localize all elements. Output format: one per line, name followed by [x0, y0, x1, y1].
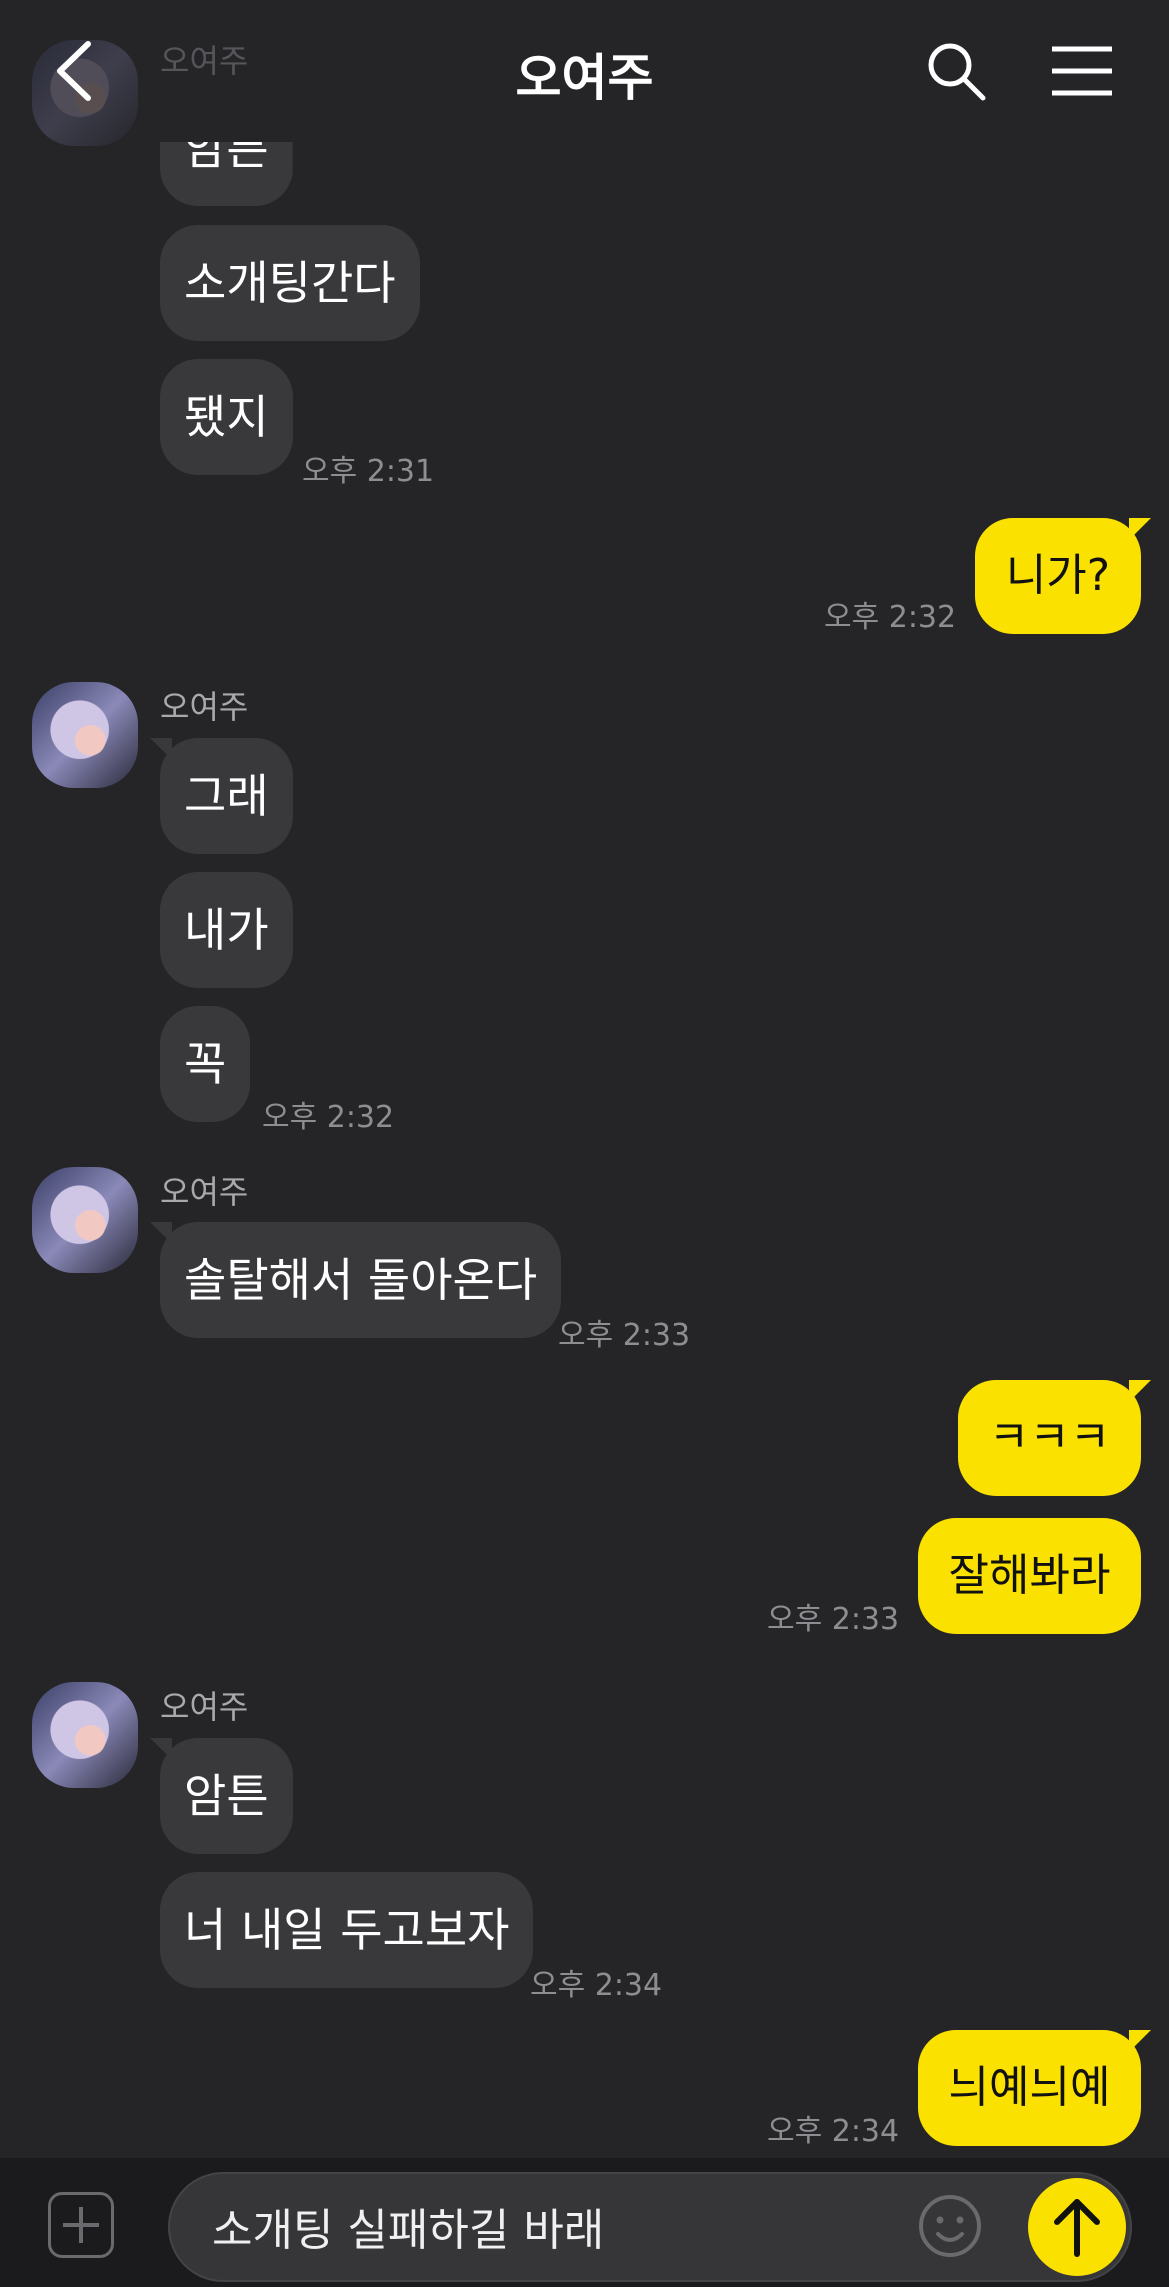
- message-bubble[interactable]: 그래: [150, 738, 293, 854]
- message-bubble[interactable]: 됐지: [160, 359, 293, 475]
- my-message-bubble[interactable]: ㅋㅋㅋ: [958, 1380, 1151, 1496]
- sender-name: 오여주: [160, 688, 249, 726]
- avatar[interactable]: [32, 1167, 138, 1273]
- message-time: 오후 2:33: [767, 1602, 900, 1637]
- message-bubble[interactable]: 꼭: [160, 1006, 251, 1122]
- search-icon[interactable]: [925, 40, 987, 102]
- message-bubble[interactable]: 암튼: [150, 1738, 293, 1854]
- message-bubble[interactable]: 소개팅간다: [160, 225, 420, 341]
- message-bubble[interactable]: 내가: [160, 872, 293, 988]
- chat-title: 오여주: [515, 49, 654, 107]
- send-arrow-icon: [1054, 2199, 1100, 2257]
- my-message-bubble[interactable]: 늬예늬예: [918, 2030, 1151, 2146]
- emoji-icon[interactable]: [918, 2194, 982, 2258]
- avatar[interactable]: [32, 682, 138, 788]
- my-message-bubble[interactable]: 잘해봐라: [918, 1518, 1141, 1634]
- sender-name: 오여주: [160, 1173, 249, 1211]
- sender-name: 오여주: [160, 1688, 249, 1726]
- chat-header: 오여주 오여주: [0, 0, 1169, 146]
- message-time: 오후 2:34: [767, 2114, 900, 2149]
- message-time: 오후 2:32: [262, 1100, 395, 1135]
- avatar[interactable]: [32, 1682, 138, 1788]
- send-button[interactable]: [1028, 2178, 1126, 2276]
- message-time: 오후 2:33: [558, 1318, 691, 1353]
- my-message-bubble[interactable]: 니가?: [975, 518, 1151, 634]
- message-bubble[interactable]: 너 내일 두고보자: [160, 1872, 534, 1988]
- message-time: 오후 2:32: [824, 600, 957, 635]
- menu-icon[interactable]: [1050, 45, 1114, 97]
- message-time: 오후 2:31: [302, 454, 435, 489]
- plus-icon[interactable]: [48, 2192, 114, 2258]
- message-time: 오후 2:34: [530, 1968, 663, 2003]
- message-input-text[interactable]: 소개팅 실패하길 바래: [212, 2194, 604, 2258]
- message-bubble[interactable]: 솔탈해서 돌아온다: [149, 1222, 562, 1338]
